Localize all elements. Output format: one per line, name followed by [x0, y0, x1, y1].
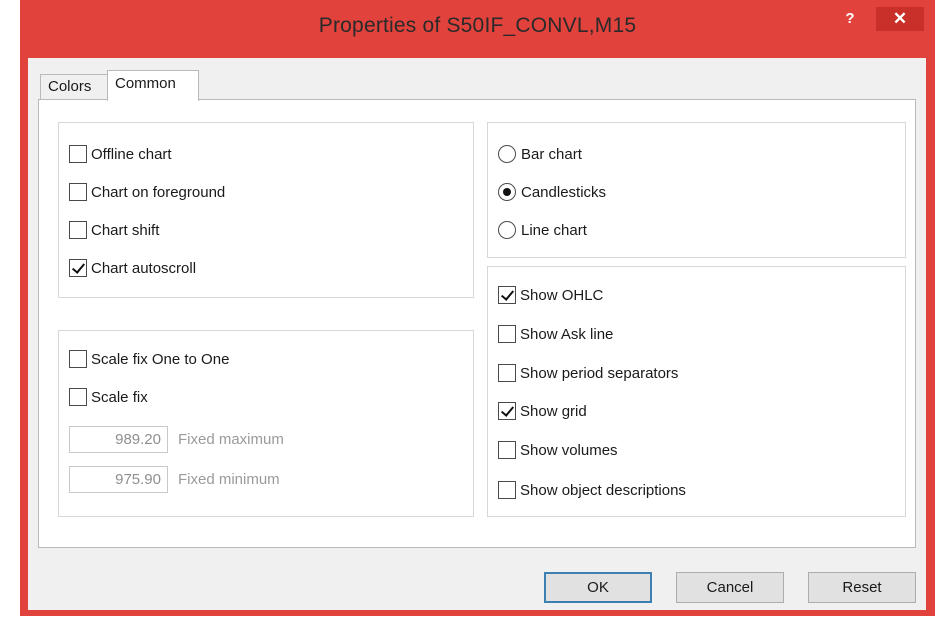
- chart-type-group: Bar chart Candlesticks Line chart: [487, 122, 906, 258]
- close-button[interactable]: ✕: [876, 7, 924, 31]
- dialog-body: Colors Common Offline chart Chart on for…: [28, 58, 926, 610]
- chart-shift-option[interactable]: Chart shift: [69, 219, 159, 241]
- show-volumes-checkbox[interactable]: [498, 441, 516, 459]
- show-period-separators-option[interactable]: Show period separators: [498, 362, 678, 384]
- offline-chart-label: Offline chart: [91, 145, 172, 163]
- chart-on-foreground-checkbox[interactable]: [69, 183, 87, 201]
- tab-colors[interactable]: Colors: [40, 74, 108, 99]
- scale-fix-checkbox[interactable]: [69, 388, 87, 406]
- properties-dialog: Properties of S50IF_CONVL,M15 ? ✕ Colors…: [20, 0, 935, 616]
- chart-shift-checkbox[interactable]: [69, 221, 87, 239]
- chart-autoscroll-checkbox[interactable]: [69, 259, 87, 277]
- bar-chart-option[interactable]: Bar chart: [498, 143, 582, 165]
- chart-on-foreground-label: Chart on foreground: [91, 183, 226, 201]
- chart-options-group: Offline chart Chart on foreground Chart …: [58, 122, 474, 298]
- show-ohlc-option[interactable]: Show OHLC: [498, 284, 603, 306]
- show-ask-line-option[interactable]: Show Ask line: [498, 323, 613, 345]
- line-chart-radio[interactable]: [498, 221, 516, 239]
- scale-fix-label: Scale fix: [91, 388, 148, 406]
- show-ask-line-checkbox[interactable]: [498, 325, 516, 343]
- chart-on-foreground-option[interactable]: Chart on foreground: [69, 181, 225, 203]
- offline-chart-checkbox[interactable]: [69, 145, 87, 163]
- fixed-minimum-input[interactable]: 975.90: [69, 466, 168, 493]
- close-icon: ✕: [892, 9, 908, 28]
- scale-group: Scale fix One to One Scale fix 989.20 Fi…: [58, 330, 474, 517]
- show-period-separators-label: Show period separators: [520, 364, 679, 382]
- show-ohlc-label: Show OHLC: [520, 286, 604, 304]
- candlesticks-radio[interactable]: [498, 183, 516, 201]
- title-bar[interactable]: Properties of S50IF_CONVL,M15 ? ✕: [20, 0, 935, 58]
- show-ohlc-checkbox[interactable]: [498, 286, 516, 304]
- scale-fix-one-to-one-option[interactable]: Scale fix One to One: [69, 348, 229, 370]
- scale-fix-one-to-one-label: Scale fix One to One: [91, 350, 230, 368]
- bar-chart-label: Bar chart: [521, 145, 582, 163]
- show-grid-label: Show grid: [520, 402, 587, 420]
- dialog-title: Properties of S50IF_CONVL,M15: [318, 14, 637, 37]
- scale-fix-option[interactable]: Scale fix: [69, 386, 148, 408]
- chart-autoscroll-option[interactable]: Chart autoscroll: [69, 257, 196, 279]
- offline-chart-option[interactable]: Offline chart: [69, 143, 172, 165]
- tab-panel-common: Offline chart Chart on foreground Chart …: [38, 99, 916, 548]
- show-volumes-label: Show volumes: [520, 441, 618, 459]
- line-chart-option[interactable]: Line chart: [498, 219, 587, 241]
- line-chart-label: Line chart: [521, 221, 587, 239]
- show-object-descriptions-option[interactable]: Show object descriptions: [498, 479, 686, 501]
- cancel-button[interactable]: Cancel: [676, 572, 784, 603]
- chart-shift-label: Chart shift: [91, 221, 160, 239]
- show-options-group: Show OHLC Show Ask line Show period sepa…: [487, 266, 906, 517]
- reset-button[interactable]: Reset: [808, 572, 916, 603]
- bar-chart-radio[interactable]: [498, 145, 516, 163]
- fixed-minimum-label: Fixed minimum: [178, 471, 280, 488]
- show-grid-checkbox[interactable]: [498, 402, 516, 420]
- show-object-descriptions-checkbox[interactable]: [498, 481, 516, 499]
- tab-common[interactable]: Common: [107, 70, 199, 101]
- chart-autoscroll-label: Chart autoscroll: [91, 259, 197, 277]
- scale-fix-one-to-one-checkbox[interactable]: [69, 350, 87, 368]
- show-ask-line-label: Show Ask line: [520, 325, 614, 343]
- show-object-descriptions-label: Show object descriptions: [520, 481, 686, 499]
- fixed-maximum-input[interactable]: 989.20: [69, 426, 168, 453]
- show-period-separators-checkbox[interactable]: [498, 364, 516, 382]
- help-button[interactable]: ?: [838, 8, 862, 32]
- fixed-maximum-label: Fixed maximum: [178, 431, 284, 448]
- show-grid-option[interactable]: Show grid: [498, 400, 587, 422]
- candlesticks-label: Candlesticks: [521, 183, 607, 201]
- candlesticks-option[interactable]: Candlesticks: [498, 181, 606, 203]
- ok-button[interactable]: OK: [544, 572, 652, 603]
- show-volumes-option[interactable]: Show volumes: [498, 439, 618, 461]
